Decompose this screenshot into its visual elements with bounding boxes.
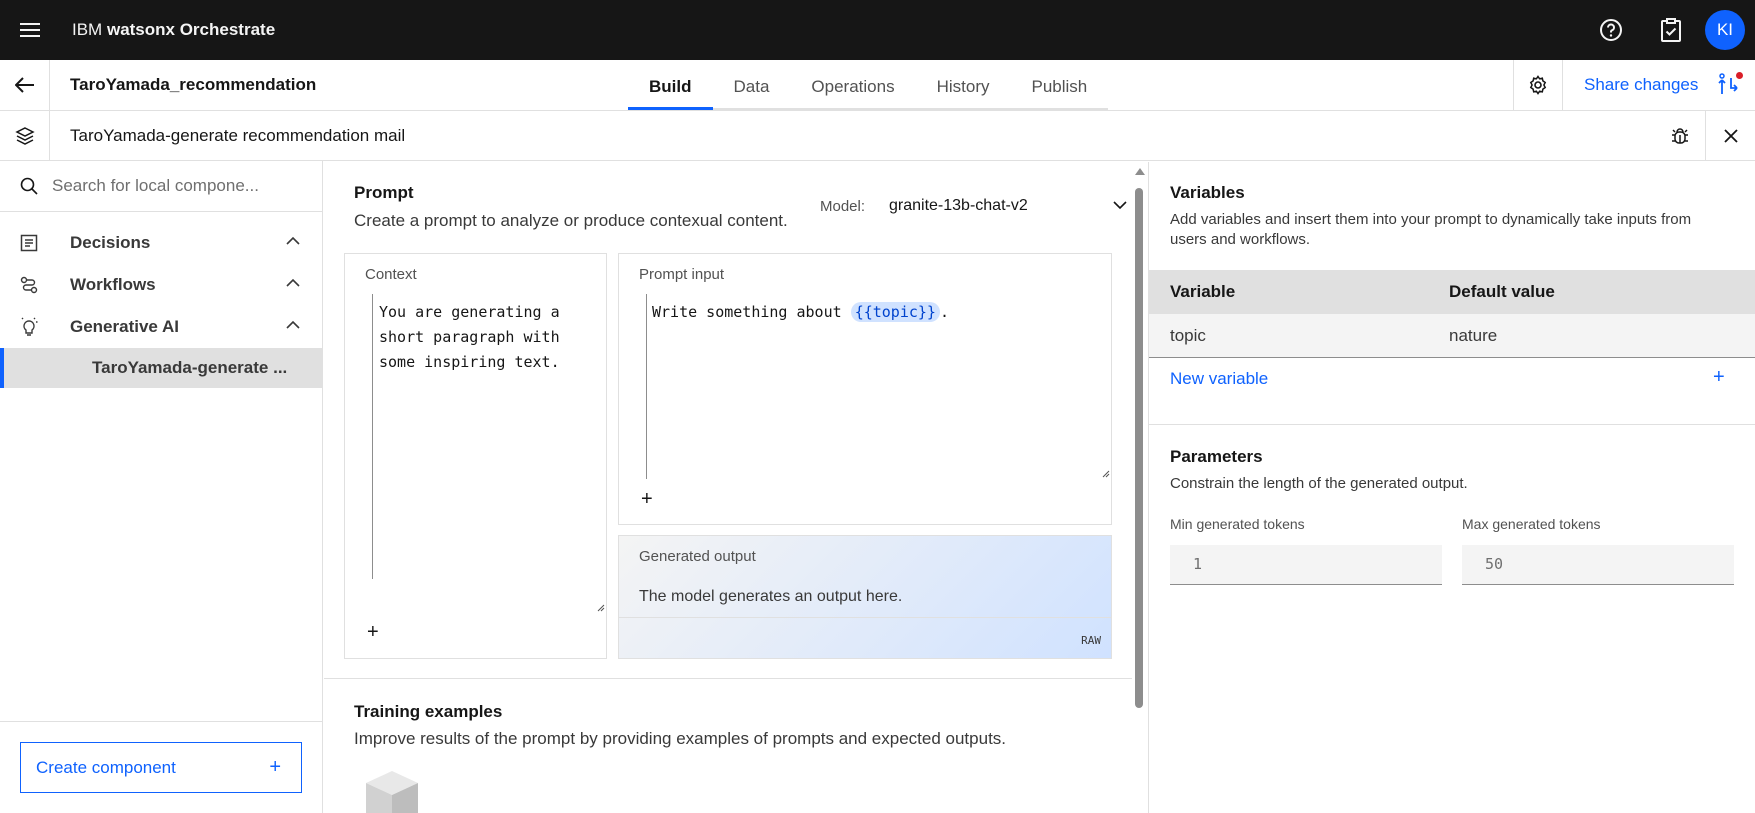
sidebar-footer: Create component + [0, 721, 322, 813]
chevron-up-icon[interactable] [286, 278, 300, 288]
brand-prefix: IBM [72, 20, 103, 39]
variables-description: Add variables and insert them into your … [1170, 211, 1692, 248]
prompt-heading: Prompt [354, 183, 414, 202]
divider [619, 617, 1111, 618]
back-arrow-icon[interactable] [0, 60, 50, 110]
menu-icon[interactable] [0, 0, 60, 60]
tab-publish[interactable]: Publish [1011, 60, 1109, 110]
notification-dot [1736, 72, 1743, 79]
layers-icon[interactable] [0, 111, 50, 161]
column-header-default: Default value [1449, 282, 1555, 301]
ai-bulb-icon [20, 317, 42, 337]
variable-default: nature [1449, 326, 1498, 345]
prompt-input-card: Prompt input Write something about {{top… [618, 253, 1112, 525]
max-tokens-input[interactable]: 50 [1462, 545, 1734, 585]
product-name[interactable]: IBM watsonx Orchestrate [72, 20, 275, 40]
min-tokens-label: Min generated tokens [1170, 516, 1305, 532]
prompt-description: Create a prompt to analyze or produce co… [354, 211, 788, 230]
sidebar-item-selected-component[interactable]: TaroYamada-generate ... [0, 348, 322, 388]
category-label: Workflows [70, 275, 156, 294]
project-title: TaroYamada_recommendation [70, 75, 317, 94]
search-input[interactable]: Search for local compone... [52, 176, 259, 196]
add-variable-plus[interactable]: + [641, 488, 653, 511]
task-clipboard-icon[interactable] [1641, 0, 1701, 60]
category-label: Generative AI [70, 317, 179, 336]
divider [324, 678, 1132, 679]
properties-panel: Variables Add variables and insert them … [1148, 162, 1755, 813]
parameters-description: Constrain the length of the generated ou… [1170, 475, 1468, 492]
min-tokens-input[interactable]: 1 [1170, 545, 1442, 585]
center-scrollbar[interactable] [1133, 162, 1147, 813]
resize-handle-icon[interactable] [1102, 470, 1110, 478]
max-tokens-label: Max generated tokens [1462, 516, 1601, 532]
settings-gear-icon[interactable] [1513, 60, 1563, 110]
user-avatar[interactable]: KI [1705, 10, 1745, 50]
category-workflows[interactable]: Workflows [0, 264, 322, 306]
search-icon [20, 177, 38, 195]
resize-handle-icon[interactable] [597, 604, 605, 612]
category-label: Decisions [70, 233, 151, 252]
tab-data[interactable]: Data [713, 60, 791, 110]
tab-build[interactable]: Build [628, 60, 713, 110]
prompt-editor: Prompt Create a prompt to analyze or pro… [324, 162, 1132, 813]
chevron-up-icon[interactable] [286, 236, 300, 246]
search-field[interactable]: Search for local compone... [0, 161, 322, 212]
empty-state-cube-icon [366, 771, 418, 813]
training-heading: Training examples [354, 702, 503, 721]
variable-name: topic [1170, 326, 1206, 345]
model-dropdown[interactable]: granite-13b-chat-v2 [889, 197, 1028, 215]
global-header: IBM watsonx Orchestrate KI [0, 0, 1755, 60]
project-tabs: Build Data Operations History Publish [628, 60, 1109, 110]
share-changes-icon[interactable] [1717, 72, 1743, 98]
variable-chip-topic[interactable]: {{topic}} [850, 302, 940, 322]
plus-icon: + [269, 756, 281, 778]
component-header: TaroYamada-generate recommendation mail [0, 111, 1755, 161]
tab-operations[interactable]: Operations [790, 60, 915, 110]
workflow-icon [20, 276, 42, 294]
plus-icon[interactable]: + [1713, 366, 1725, 389]
component-sidebar: Search for local compone... Decisions Wo… [0, 161, 323, 813]
create-component-label: Create component [36, 757, 176, 777]
model-label: Model: [820, 198, 866, 215]
new-variable-link[interactable]: New variable [1170, 369, 1268, 389]
category-generative-ai[interactable]: Generative AI [0, 306, 322, 348]
prompt-input-title: Prompt input [639, 266, 725, 283]
chevron-down-icon[interactable] [1113, 200, 1127, 210]
prompt-input-textarea[interactable]: Write something about {{topic}}. [652, 300, 949, 325]
scroll-thumb[interactable] [1135, 188, 1143, 708]
variables-heading: Variables [1170, 183, 1245, 202]
context-title: Context [365, 266, 417, 283]
column-header-variable: Variable [1170, 282, 1236, 301]
textarea-border [372, 294, 373, 579]
textarea-border [646, 294, 647, 479]
prompt-text-before: Write something about [652, 303, 851, 321]
help-icon[interactable] [1581, 0, 1641, 60]
context-textarea[interactable]: You are generating a short paragraph wit… [379, 300, 569, 375]
generated-output-card: Generated output The model generates an … [618, 535, 1112, 659]
close-icon[interactable] [1705, 111, 1755, 161]
share-changes-link[interactable]: Share changes [1584, 75, 1698, 95]
tab-history[interactable]: History [916, 60, 1011, 110]
debug-icon[interactable] [1655, 111, 1705, 161]
variables-table-header: Variable Default value [1149, 270, 1755, 314]
table-row[interactable]: topic nature [1149, 314, 1755, 358]
raw-toggle[interactable]: RAW [1081, 634, 1101, 647]
context-card: Context You are generating a short parag… [344, 253, 607, 659]
project-header: TaroYamada_recommendation Build Data Ope… [0, 60, 1755, 111]
divider [1149, 424, 1755, 425]
component-title: TaroYamada-generate recommendation mail [70, 126, 406, 145]
decision-table-icon [20, 234, 42, 252]
create-component-button[interactable]: Create component + [20, 742, 302, 793]
brand-product: watsonx Orchestrate [106, 20, 276, 39]
scroll-up-arrow-icon[interactable] [1135, 168, 1145, 175]
generated-output-title: Generated output [639, 548, 756, 565]
chevron-up-icon[interactable] [286, 320, 300, 330]
prompt-text-after: . [939, 303, 949, 321]
parameters-heading: Parameters [1170, 447, 1263, 466]
category-decisions[interactable]: Decisions [0, 222, 322, 264]
add-variable-plus[interactable]: + [367, 621, 379, 644]
training-description: Improve results of the prompt by providi… [354, 729, 1007, 748]
generated-output-text: The model generates an output here. [639, 588, 903, 605]
